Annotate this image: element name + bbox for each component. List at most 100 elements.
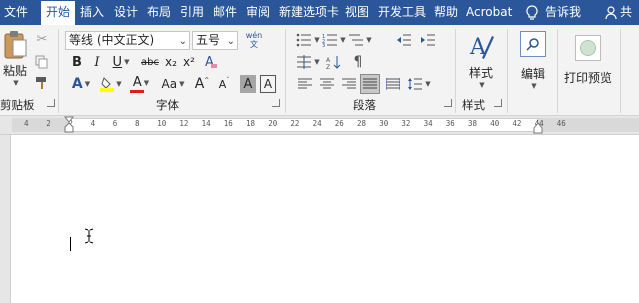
ruler-number: 28 [357, 119, 367, 128]
chevron-down-icon: ▼ [479, 80, 485, 89]
grow-font-button[interactable]: A ^ [194, 75, 210, 93]
chevron-down-icon: ▼ [531, 81, 537, 90]
tab-new-tab[interactable]: 新建选项卡 [279, 0, 339, 25]
paintbrush-icon [36, 77, 46, 89]
align-center-icon [320, 78, 334, 89]
chinese-layout-button[interactable]: ▼ [296, 53, 320, 71]
group-separator [285, 29, 286, 113]
horizontal-ruler[interactable]: 4 2 2 4 6 8 10 12 14 16 18 20 22 24 26 28 30 32 34 36 38 40 42… [0, 116, 639, 135]
format-painter-button[interactable] [34, 75, 50, 91]
ruler-number: 4 [90, 119, 96, 128]
cut-button[interactable]: ✂ [34, 31, 50, 47]
ribbon: 粘贴 ▼ ✂ 剪贴板 等线 (中文正文) ⌄ 五号 ⌄ wén 文 B I U ▼ a… [0, 25, 639, 116]
tab-developer[interactable]: 开发工具 [378, 0, 426, 25]
ruler-number: 38 [468, 119, 478, 128]
font-size-combo[interactable]: 五号 ⌄ [192, 31, 238, 50]
styles-launcher[interactable] [494, 99, 502, 107]
ruler-number: 46 [556, 119, 566, 128]
subscript-button[interactable]: x₂ [164, 53, 178, 71]
document-canvas[interactable] [0, 135, 639, 303]
svg-text:3: 3 [322, 43, 325, 47]
tab-layout[interactable]: 布局 [147, 0, 171, 25]
sort-button[interactable]: AZ [322, 53, 346, 71]
styles-gallery-button[interactable]: A 样式 ▼ [461, 29, 501, 91]
shrink-font-button[interactable]: Aˇ [216, 75, 232, 93]
font-color-button[interactable]: A ▼ [128, 75, 154, 93]
outdent-icon [397, 34, 411, 46]
bold-button[interactable]: B [70, 53, 84, 71]
superscript-button[interactable]: x² [182, 53, 196, 71]
text-effects-button[interactable]: A ▼ [68, 75, 94, 93]
group-label-paragraph: 段落 [353, 98, 376, 112]
line-spacing-button[interactable]: ▼ [406, 75, 432, 93]
bullets-button[interactable]: ▼ [296, 31, 320, 49]
ruler-number: 2 [46, 119, 51, 128]
chevron-down-icon: ▼ [314, 58, 320, 66]
tab-home[interactable]: 开始 [41, 1, 75, 25]
font-launcher[interactable] [272, 99, 280, 107]
decrease-indent-button[interactable] [394, 31, 414, 49]
tab-references[interactable]: 引用 [180, 0, 204, 25]
clipboard-icon [4, 30, 27, 58]
align-left-icon [298, 78, 312, 89]
distributed-button[interactable] [384, 75, 402, 93]
pilcrow-icon: ¶ [353, 54, 363, 70]
numbered-list-icon: 123 [322, 34, 338, 47]
tab-view[interactable]: 视图 [345, 0, 369, 25]
tab-design[interactable]: 设计 [114, 0, 138, 25]
tell-me-search[interactable]: 告诉我 [526, 0, 581, 25]
group-separator [557, 29, 558, 113]
clipboard-launcher[interactable] [47, 99, 55, 107]
chevron-down-icon: ▼ [13, 78, 19, 87]
underline-button[interactable]: U ▼ [110, 53, 132, 71]
character-border-button[interactable]: A [260, 75, 276, 93]
ruler-number: 20 [268, 119, 278, 128]
tab-file[interactable]: 文件 [4, 0, 28, 25]
group-separator [507, 29, 508, 113]
font-name-combo[interactable]: 等线 (中文正文) ⌄ [65, 31, 190, 50]
paragraph-launcher[interactable] [444, 99, 452, 107]
editing-button[interactable]: 编辑 ▼ [515, 29, 551, 91]
align-right-button[interactable] [340, 75, 358, 93]
phonetic-guide-button[interactable]: wén 文 [243, 29, 265, 51]
clear-formatting-button[interactable]: A [202, 53, 220, 71]
tab-acrobat[interactable]: Acrobat [466, 0, 512, 25]
ruler-number: 26 [334, 119, 344, 128]
scissors-icon: ✂ [36, 31, 48, 47]
increase-indent-button[interactable] [418, 31, 438, 49]
align-left-button[interactable] [296, 75, 314, 93]
eraser-icon [210, 64, 217, 68]
tab-mailings[interactable]: 邮件 [213, 0, 237, 25]
multilevel-list-button[interactable]: ▼ [348, 31, 372, 49]
right-indent-marker-icon[interactable] [533, 122, 543, 134]
strikethrough-button[interactable]: abc [140, 53, 160, 71]
chevron-down-icon: ⌄ [178, 36, 187, 47]
indent-marker-icon[interactable] [64, 116, 74, 134]
paste-button[interactable]: 粘贴 ▼ [0, 29, 30, 87]
chevron-down-icon: ▼ [366, 36, 372, 44]
indent-icon [421, 34, 435, 46]
ruler-number: 14 [201, 119, 211, 128]
highlight-button[interactable]: ▼ [98, 75, 124, 93]
change-case-button[interactable]: Aa ▼ [160, 75, 186, 93]
share-button[interactable]: 共 [605, 0, 632, 25]
tab-insert[interactable]: 插入 [80, 0, 104, 25]
ruler-number: 16 [223, 119, 233, 128]
character-shading-button[interactable]: A [240, 75, 256, 93]
print-preview-button[interactable]: 打印预览 [563, 29, 613, 91]
caret-up-icon: ^ [204, 76, 210, 84]
svg-text:Z: Z [326, 64, 330, 69]
ruler-number: 42 [512, 119, 522, 128]
copy-button[interactable] [34, 54, 50, 70]
show-formatting-button[interactable]: ¶ [348, 53, 368, 71]
align-center-button[interactable] [318, 75, 336, 93]
numbering-button[interactable]: 1 2 3 ▼ [322, 31, 346, 49]
justify-button[interactable] [360, 74, 380, 94]
italic-button[interactable]: I [90, 53, 104, 71]
styles-icon: A [469, 35, 494, 60]
chevron-down-icon: ▼ [116, 80, 122, 88]
tab-help[interactable]: 帮助 [434, 0, 458, 25]
group-label-font: 字体 [156, 98, 179, 112]
tab-review[interactable]: 审阅 [246, 0, 270, 25]
vertical-ruler[interactable] [0, 135, 11, 303]
